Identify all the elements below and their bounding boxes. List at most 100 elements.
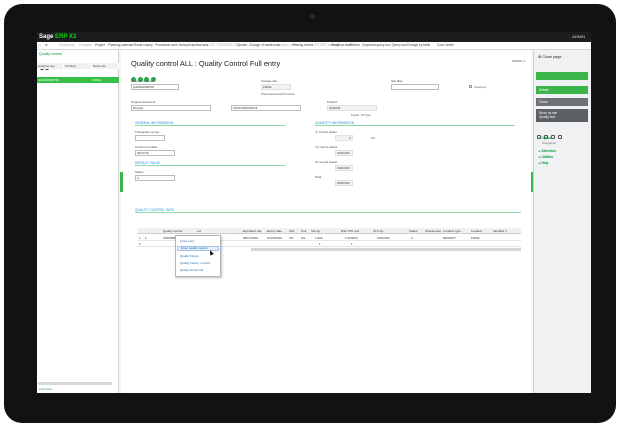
menu-item[interactable]: Picking tickets — [293, 43, 313, 47]
grid-cell[interactable]: 1 — [319, 241, 321, 247]
right-action-panel: ⊗ Close page Delete Close Stock by site … — [533, 50, 591, 393]
stock-by-site-button[interactable]: Stock by site Quality test — [536, 109, 588, 122]
page-title: Quality control ALL : Quality Control Fu… — [131, 59, 281, 68]
left-panel-scrollbar[interactable] — [38, 382, 112, 385]
product-label: Product — [327, 100, 338, 104]
document-number-field[interactable]: FR011R00000278 — [231, 105, 301, 111]
grid-column-header[interactable]: STK qty — [373, 228, 384, 234]
grid-column-header[interactable]: Expiration dat — [243, 228, 261, 234]
grid-column-header[interactable]: Expiry date — [267, 228, 282, 234]
grid-column-header[interactable]: Location type — [443, 228, 461, 234]
menu-item[interactable]: Quotes — [237, 43, 247, 47]
navigation-link[interactable]: Navigation — [542, 141, 556, 145]
quantity-unit: KG — [371, 136, 376, 140]
grid-column-header[interactable]: Unit — [301, 228, 306, 234]
new-button[interactable] — [536, 72, 588, 80]
list-cell — [64, 77, 91, 83]
transaction-group-field[interactable] — [135, 135, 165, 141]
column-header[interactable]: Analysis req. — [37, 63, 65, 69]
tablet-frame: Sage ERP X3 ADMIN ⌂ ⚙ Customers Products… — [4, 4, 616, 423]
a-status-quantity: 0 — [335, 135, 353, 141]
original-document-label: Original document — [131, 100, 156, 104]
context-menu-item-highlighted[interactable]: Enter quality results — [177, 246, 219, 251]
grid-column-header[interactable]: Location — [471, 228, 482, 234]
list-cell: QA0000328709 — [38, 78, 60, 82]
product-field: QG0041 — [327, 105, 377, 111]
grid-column-header[interactable]: Quality control — [163, 228, 182, 234]
menu-badge[interactable]: Cost Center — [437, 43, 454, 47]
inventory-checkbox[interactable] — [469, 85, 472, 88]
menu-item[interactable]: LIST STANDING ON — [209, 43, 238, 47]
control-end-date-field[interactable]: 04/27/16 — [135, 150, 175, 156]
grid-column-header[interactable]: Identifier 1 — [493, 228, 507, 234]
document-type-field[interactable]: Receipt — [131, 105, 211, 111]
context-menu-item[interactable]: Quality history / record — [180, 261, 210, 265]
r-status-quantity: 1000.000 — [335, 165, 353, 171]
status-select[interactable]: A — [135, 175, 175, 181]
menu-item[interactable]: Graphical task — [188, 43, 208, 47]
column-header[interactable]: Product — [64, 63, 92, 69]
grid-scrollbar[interactable] — [251, 248, 521, 251]
status-label: Status — [135, 170, 144, 174]
grid-cell: 2 — [139, 242, 141, 246]
main-form: Quality control ALL : Quality Control Fu… — [121, 50, 531, 393]
grid-header: Quality control Lot Expiration dat Expir… — [137, 228, 521, 234]
grid-column-header[interactable]: Checksmail — [425, 228, 441, 234]
menu-item[interactable]: Orders — [350, 43, 360, 47]
context-menu-item[interactable]: Quality kinetic list — [180, 268, 203, 272]
menu-item[interactable]: Route inquiry — [134, 43, 153, 47]
context-menu-item[interactable]: Lines entry — [180, 239, 195, 243]
home-icon[interactable]: ⌂ — [39, 43, 41, 47]
grid-column-header[interactable]: RSL STK unit — [341, 228, 359, 234]
q-status-quantity: 1000.000 — [335, 150, 353, 156]
grid-column-header[interactable]: Status — [409, 228, 418, 234]
menu-item[interactable]: Project — [95, 43, 105, 47]
analysis-request-label: Analysis request — [131, 79, 154, 83]
comment-icon[interactable] — [558, 135, 562, 139]
section-divider — [135, 212, 521, 213]
delete-button[interactable]: Delete — [536, 86, 588, 94]
user-menu[interactable]: ADMIN — [572, 33, 585, 41]
context-menu-item[interactable]: Quality history — [180, 254, 199, 258]
list-item-selected[interactable]: QA0000328709 FR011 — [37, 77, 119, 83]
site-filter-field[interactable] — [391, 84, 439, 90]
row-context-menu: Lines entry Enter quality results Qualit… — [175, 235, 221, 277]
menu-item[interactable]: Products — [79, 43, 92, 47]
analysis-request-field[interactable]: QA0000328709 — [131, 84, 179, 90]
grid-cell[interactable]: 1 — [351, 241, 353, 247]
close-icon: ⊗ — [538, 55, 542, 59]
menu-item[interactable]: Customers — [59, 43, 74, 47]
grid-column-header[interactable]: Stk qty — [311, 228, 320, 234]
left-panel-header: Analysis req. Product Stock site — [37, 63, 119, 69]
model-button[interactable]: MODEL ▾ — [512, 59, 525, 63]
left-panel-collapse-handle[interactable] — [120, 172, 123, 192]
help-link[interactable]: ▸ Help — [539, 161, 548, 165]
menu-item[interactable]: Production work history — [155, 43, 188, 47]
control-end-date-label: Control end date — [135, 145, 158, 149]
r-status-label: 'R' control status — [315, 160, 337, 164]
top-bar: Sage ERP X3 ADMIN — [37, 32, 591, 42]
left-panel-footer[interactable]: Last rows — [39, 387, 52, 391]
menu-item[interactable]: Graphical query tool — [362, 43, 391, 47]
close-button[interactable]: Close — [536, 98, 588, 106]
product-description: Liquid - B Type — [351, 113, 371, 117]
menu-item[interactable]: Query tool — [392, 43, 407, 47]
menu-item[interactable]: Change of warehouse — [249, 43, 280, 47]
q-status-label: 'Q' control status — [315, 145, 338, 149]
selection-link[interactable]: ▸ Selection — [539, 149, 556, 153]
grid-column-header[interactable]: SSL — [289, 228, 295, 234]
a-status-label: 'A' control status — [315, 130, 337, 134]
column-header[interactable]: Stock site — [91, 63, 119, 69]
gear-icon[interactable]: ⚙ — [45, 43, 48, 47]
menu-item[interactable]: Workflow state — [331, 43, 352, 47]
storage-site-field: FR011 — [261, 84, 291, 90]
left-panel-title: Quality control — [39, 52, 62, 56]
menu-badge[interactable]: Change by table — [407, 43, 430, 47]
site-filter-label: Site filter — [391, 79, 403, 83]
menu-item[interactable]: Planning calendar — [108, 43, 134, 47]
close-page-button[interactable]: ⊗ Close page — [538, 54, 561, 59]
option-link[interactable]: ▸ Option — [539, 136, 552, 140]
left-list-panel: Quality control Analysis req. Product St… — [37, 50, 119, 393]
utilities-link[interactable]: ▸ Utilities — [539, 155, 553, 159]
grid-column-header[interactable]: Lot — [197, 228, 201, 234]
